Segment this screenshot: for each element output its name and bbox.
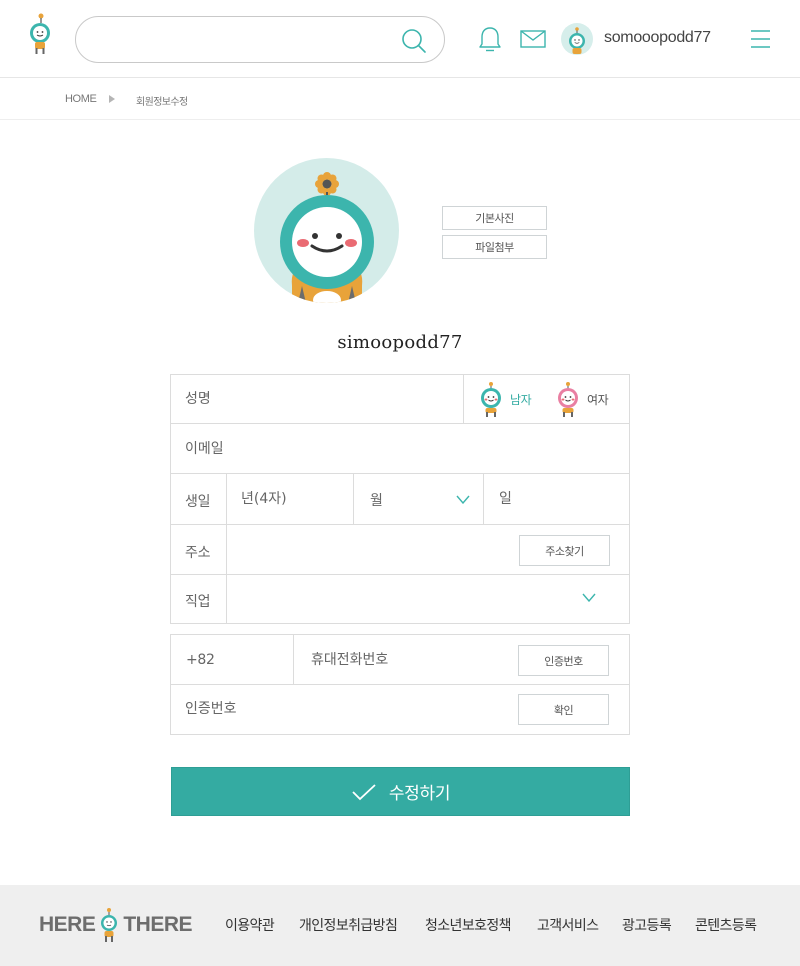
verify-row: 확인	[171, 685, 629, 734]
chevron-down-icon	[582, 593, 596, 602]
profile-username: simoopodd77	[337, 332, 463, 353]
breadcrumb-home-link[interactable]: HOME	[65, 93, 97, 105]
bell-icon[interactable]	[477, 26, 503, 52]
birthday-row: 생일 월	[171, 474, 629, 525]
job-row: 직업	[171, 575, 629, 623]
footer-link-youth-policy[interactable]: 청소년보호정책	[425, 915, 512, 935]
gender-male-label: 남자	[510, 392, 532, 407]
footer-link-customer-service[interactable]: 고객서비스	[537, 915, 599, 935]
divider	[483, 474, 484, 525]
birth-day-field[interactable]	[499, 488, 619, 510]
checkmark-icon	[352, 783, 376, 800]
submit-label: 수정하기	[388, 784, 451, 804]
breadcrumb-current: 회원정보수정	[136, 97, 188, 108]
mail-icon[interactable]	[520, 30, 546, 48]
job-select[interactable]	[227, 575, 629, 623]
footer-logo[interactable]: HERE THERE	[39, 907, 193, 943]
female-mascot-icon	[558, 382, 578, 417]
footer-link-terms[interactable]: 이용약관	[225, 915, 275, 935]
request-code-button[interactable]: 인증번호	[518, 645, 609, 676]
phone-row: +82 인증번호	[171, 635, 629, 685]
name-field[interactable]	[185, 388, 455, 410]
divider	[226, 525, 227, 575]
footer: HERE THERE 이용약관 개인정보취급방침 청소년보호정책 고객서비스 광…	[0, 885, 800, 966]
search-input[interactable]	[96, 27, 396, 53]
mascot-logo-icon	[101, 908, 118, 942]
mascot-profile-icon	[280, 172, 374, 303]
address-row: 주소 주소찾기	[171, 525, 629, 575]
find-address-button[interactable]: 주소찾기	[519, 535, 610, 566]
footer-link-privacy[interactable]: 개인정보취급방침	[299, 915, 398, 935]
search-bar	[75, 16, 445, 63]
header: somooopodd77	[0, 0, 800, 78]
country-code[interactable]: +82	[186, 652, 215, 668]
address-field[interactable]	[241, 539, 511, 561]
birth-year-field[interactable]	[241, 488, 341, 510]
mascot-avatar-icon	[569, 27, 585, 54]
name-row: 남자 여자	[171, 375, 629, 424]
footer-link-content-register[interactable]: 콘텐츠등록	[695, 915, 757, 935]
attach-file-button[interactable]: 파일첨부	[442, 235, 547, 259]
birth-month-placeholder: 월	[370, 493, 383, 509]
birthday-label: 생일	[185, 494, 211, 510]
gender-male-option[interactable]: 남자	[478, 381, 532, 417]
gender-female-label: 여자	[587, 392, 609, 407]
mascot-logo-icon[interactable]	[27, 12, 55, 56]
gender-female-option[interactable]: 여자	[555, 381, 609, 417]
divider	[293, 635, 294, 685]
footer-logo-there: THERE	[123, 913, 193, 936]
profile-picture	[254, 158, 399, 303]
breadcrumb-arrow-icon	[109, 95, 115, 103]
avatar[interactable]	[561, 23, 593, 55]
verify-code-field[interactable]	[185, 698, 505, 720]
footer-link-ad-register[interactable]: 광고등록	[622, 915, 672, 935]
header-username[interactable]: somooopodd77	[604, 29, 711, 47]
footer-logo-here: HERE	[39, 913, 96, 936]
member-info-form: 남자 여자 생일	[170, 374, 630, 624]
divider	[463, 375, 464, 424]
default-photo-button[interactable]: 기본사진	[442, 206, 547, 230]
address-label: 주소	[185, 545, 211, 561]
job-label: 직업	[185, 594, 211, 610]
hamburger-menu-icon[interactable]	[751, 30, 770, 48]
email-field[interactable]	[185, 438, 615, 460]
male-mascot-icon	[481, 382, 501, 417]
phone-verify-form: +82 인증번호 확인	[170, 634, 630, 735]
birth-month-select[interactable]: 월	[354, 474, 483, 524]
submit-edit-button[interactable]: 수정하기	[171, 767, 630, 816]
chevron-down-icon	[456, 495, 470, 504]
phone-number-field[interactable]	[311, 649, 511, 671]
email-row	[171, 424, 629, 474]
breadcrumb: HOME 회원정보수정	[0, 78, 800, 120]
confirm-button[interactable]: 확인	[518, 694, 609, 725]
search-icon[interactable]	[401, 28, 427, 54]
divider	[226, 474, 227, 525]
